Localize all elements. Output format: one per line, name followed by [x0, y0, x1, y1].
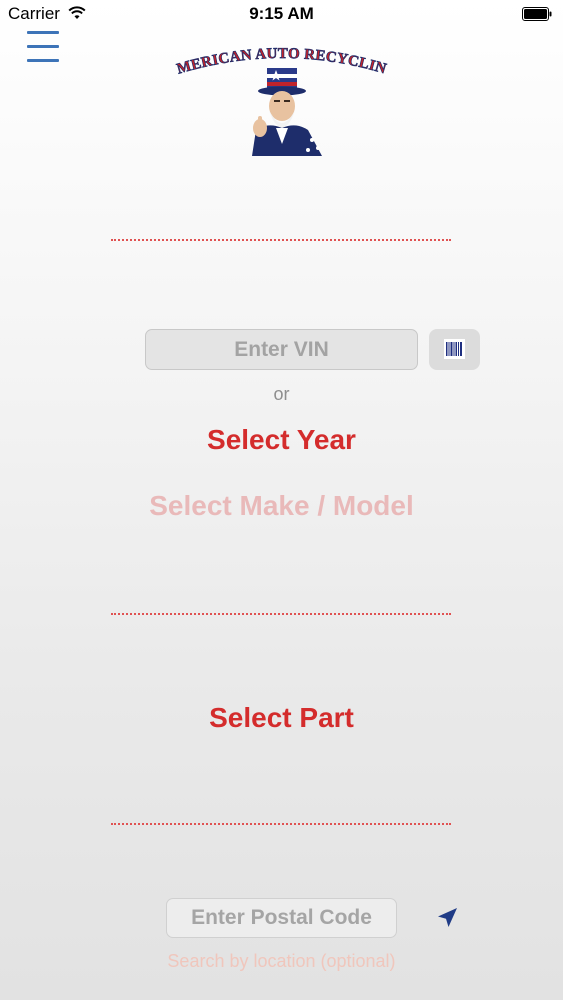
- status-bar: Carrier 9:15 AM: [0, 0, 563, 30]
- postal-code-input[interactable]: [166, 898, 397, 938]
- vin-input[interactable]: [145, 329, 418, 370]
- battery-icon: [522, 7, 552, 21]
- scan-barcode-button[interactable]: [429, 329, 480, 370]
- uncle-sam-logo: AMERICAN AUTO RECYCLING: [172, 44, 388, 156]
- select-part-button[interactable]: Select Part: [0, 702, 563, 734]
- use-location-button[interactable]: [426, 898, 466, 938]
- hamburger-menu-icon[interactable]: [26, 30, 60, 64]
- or-label: or: [273, 384, 290, 404]
- select-make-model-button[interactable]: Select Make / Model: [0, 490, 563, 522]
- search-by-location-hint: Search by location (optional): [167, 951, 396, 971]
- status-time: 9:15 AM: [249, 4, 314, 23]
- barcode-icon: [444, 339, 465, 359]
- location-arrow-icon: [438, 908, 457, 927]
- select-year-button[interactable]: Select Year: [0, 424, 563, 456]
- divider: [111, 823, 451, 825]
- divider: [111, 613, 451, 615]
- divider: [111, 239, 451, 241]
